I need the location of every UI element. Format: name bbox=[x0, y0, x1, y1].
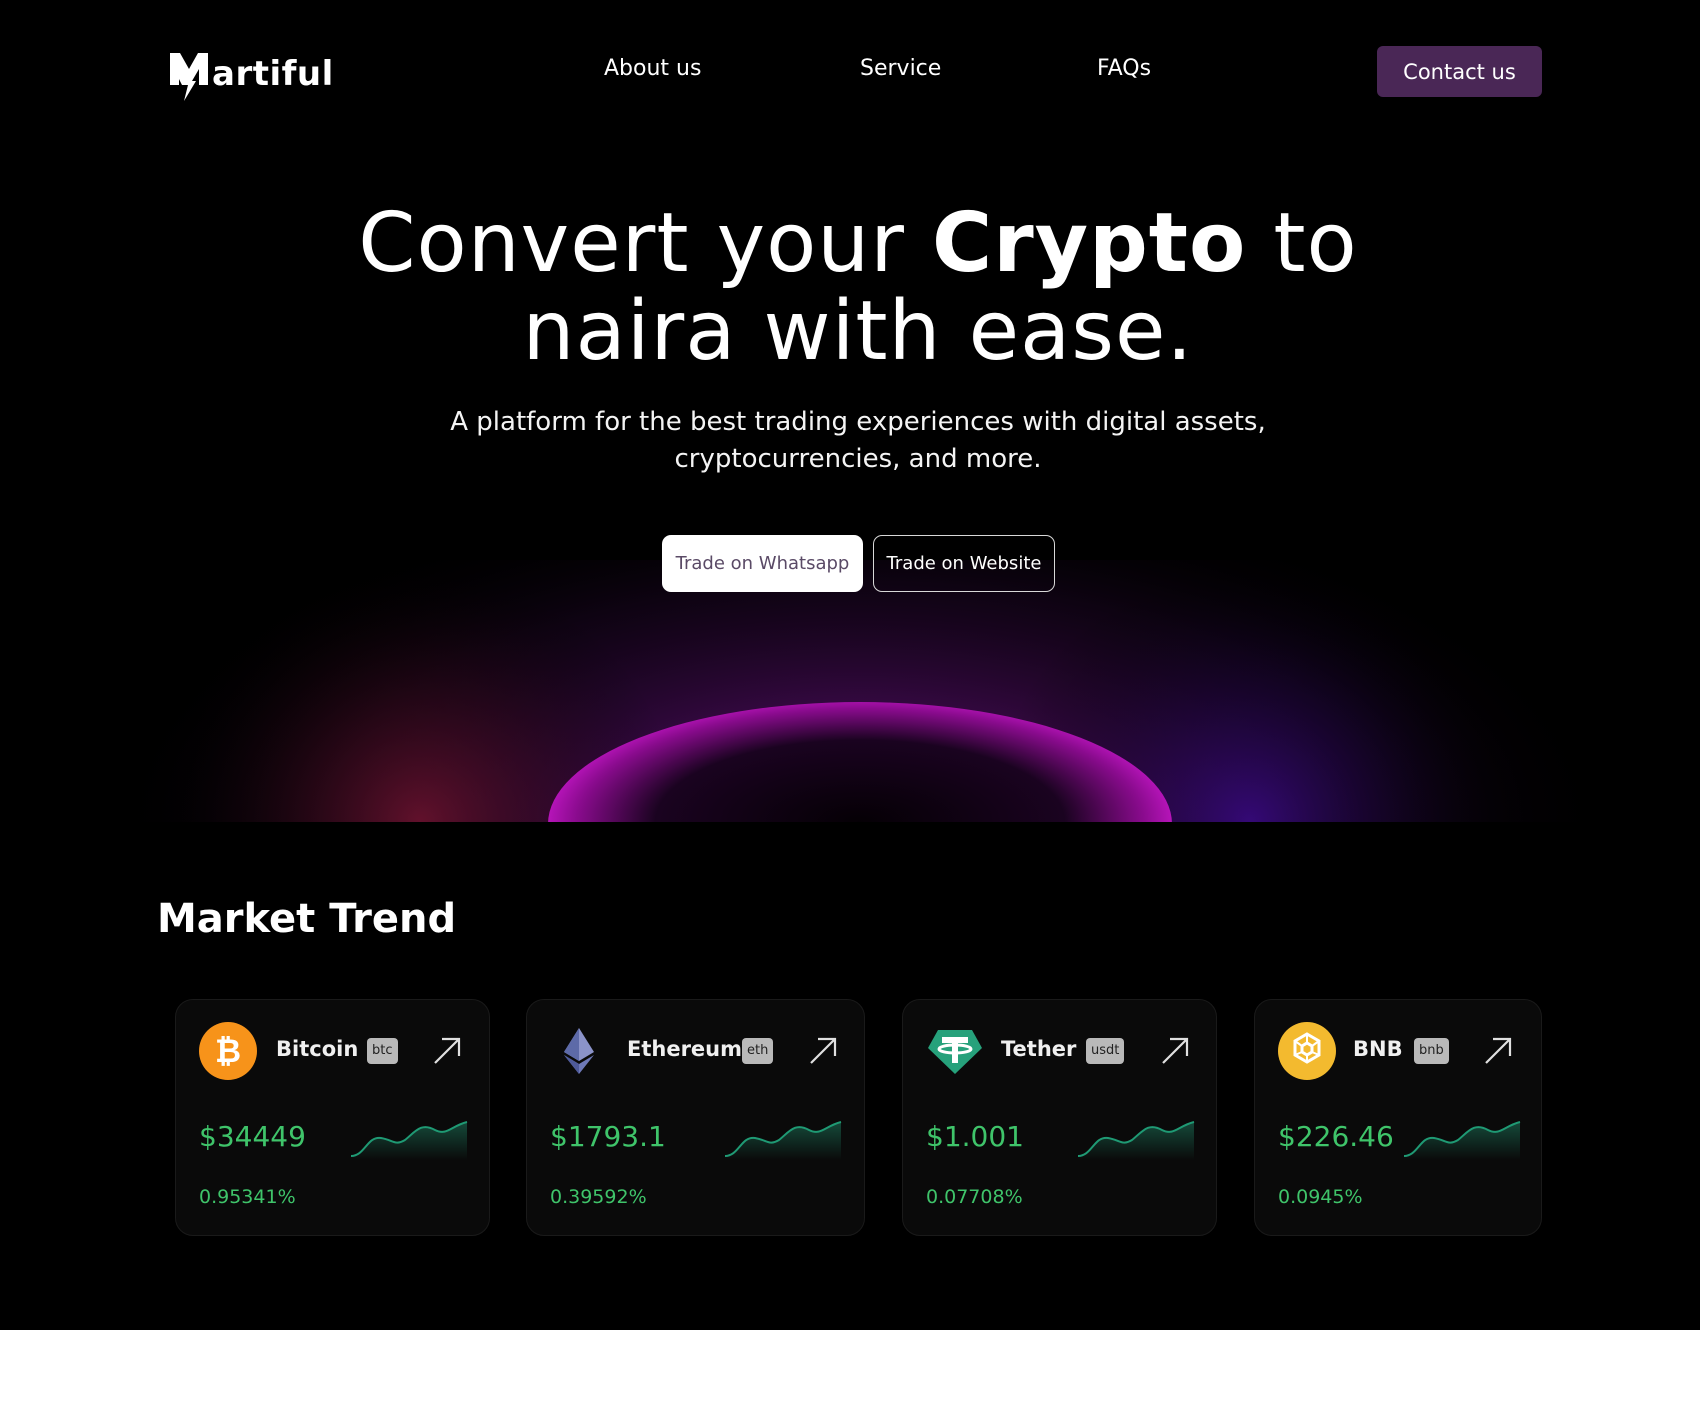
sparkline-chart bbox=[1404, 1121, 1521, 1160]
coin-price: $226.46 bbox=[1278, 1120, 1394, 1153]
coin-change: 0.39592% bbox=[550, 1186, 647, 1208]
hero-glow-arc bbox=[0, 560, 1700, 840]
coin-name: Ethereum bbox=[627, 1037, 743, 1061]
hero-title-part2: to bbox=[1246, 196, 1358, 291]
sparkline-chart bbox=[1078, 1121, 1195, 1160]
coin-ticker-badge: usdt bbox=[1086, 1038, 1125, 1064]
coin-price: $1793.1 bbox=[550, 1120, 666, 1153]
svg-text:₿: ₿ bbox=[215, 1032, 241, 1070]
ethereum-icon bbox=[564, 1028, 594, 1074]
coin-change: 0.95341% bbox=[199, 1186, 296, 1208]
coin-card-ethereum[interactable]: Ethereum eth $1793.1 0.39592% bbox=[526, 999, 865, 1236]
logo-text: artiful bbox=[212, 54, 334, 94]
hero-title-line2: naira with ease. bbox=[522, 284, 1194, 379]
sparkline-chart bbox=[351, 1121, 468, 1160]
coin-price: $1.001 bbox=[926, 1120, 1024, 1153]
page-dark-section: artiful About us Service FAQs Contact us… bbox=[0, 0, 1700, 1330]
logo-m-icon bbox=[170, 53, 208, 101]
coin-card-bitcoin[interactable]: ₿ Bitcoin btc $34449 0.95341% bbox=[175, 999, 490, 1236]
coin-price: $34449 bbox=[199, 1120, 306, 1153]
arrow-up-right-icon[interactable] bbox=[1483, 1036, 1513, 1066]
nav-service[interactable]: Service bbox=[860, 56, 941, 81]
arrow-up-right-icon[interactable] bbox=[808, 1036, 838, 1066]
nav-about-us[interactable]: About us bbox=[604, 56, 701, 81]
coin-ticker-badge: bnb bbox=[1414, 1038, 1449, 1064]
arrow-up-right-icon[interactable] bbox=[1160, 1036, 1190, 1066]
coin-card-bnb[interactable]: BNB bnb $226.46 0.0945% bbox=[1254, 999, 1542, 1236]
trade-whatsapp-button[interactable]: Trade on Whatsapp bbox=[662, 535, 863, 592]
bitcoin-icon: ₿ bbox=[199, 1022, 257, 1080]
market-trend-title: Market Trend bbox=[157, 896, 457, 942]
trade-website-button[interactable]: Trade on Website bbox=[873, 535, 1055, 592]
hero-subtitle-line1: A platform for the best trading experien… bbox=[450, 407, 1266, 437]
hero-title-bold: Crypto bbox=[932, 196, 1247, 291]
coin-card-tether[interactable]: Tether usdt $1.001 0.07708% bbox=[902, 999, 1217, 1236]
arrow-up-right-icon[interactable] bbox=[432, 1036, 462, 1066]
hero-title: Convert your Crypto to naira with ease. bbox=[0, 200, 1700, 376]
bnb-icon bbox=[1278, 1022, 1336, 1080]
hero-subtitle: A platform for the best trading experien… bbox=[0, 404, 1700, 478]
logo[interactable]: artiful bbox=[168, 46, 334, 102]
coin-name: BNB bbox=[1353, 1037, 1403, 1061]
coin-change: 0.0945% bbox=[1278, 1186, 1363, 1208]
coin-change: 0.07708% bbox=[926, 1186, 1023, 1208]
coin-ticker-badge: eth bbox=[742, 1038, 774, 1064]
hero-subtitle-line2: cryptocurrencies, and more. bbox=[674, 444, 1042, 474]
coin-ticker-badge: btc bbox=[367, 1038, 398, 1064]
tether-icon bbox=[928, 1030, 982, 1074]
sparkline-chart bbox=[725, 1121, 842, 1160]
coin-name: Tether bbox=[1001, 1037, 1077, 1061]
nav-faqs[interactable]: FAQs bbox=[1097, 56, 1151, 81]
hero-title-part1: Convert your bbox=[358, 196, 933, 291]
coin-name: Bitcoin bbox=[276, 1037, 359, 1061]
contact-us-button[interactable]: Contact us bbox=[1377, 46, 1542, 97]
